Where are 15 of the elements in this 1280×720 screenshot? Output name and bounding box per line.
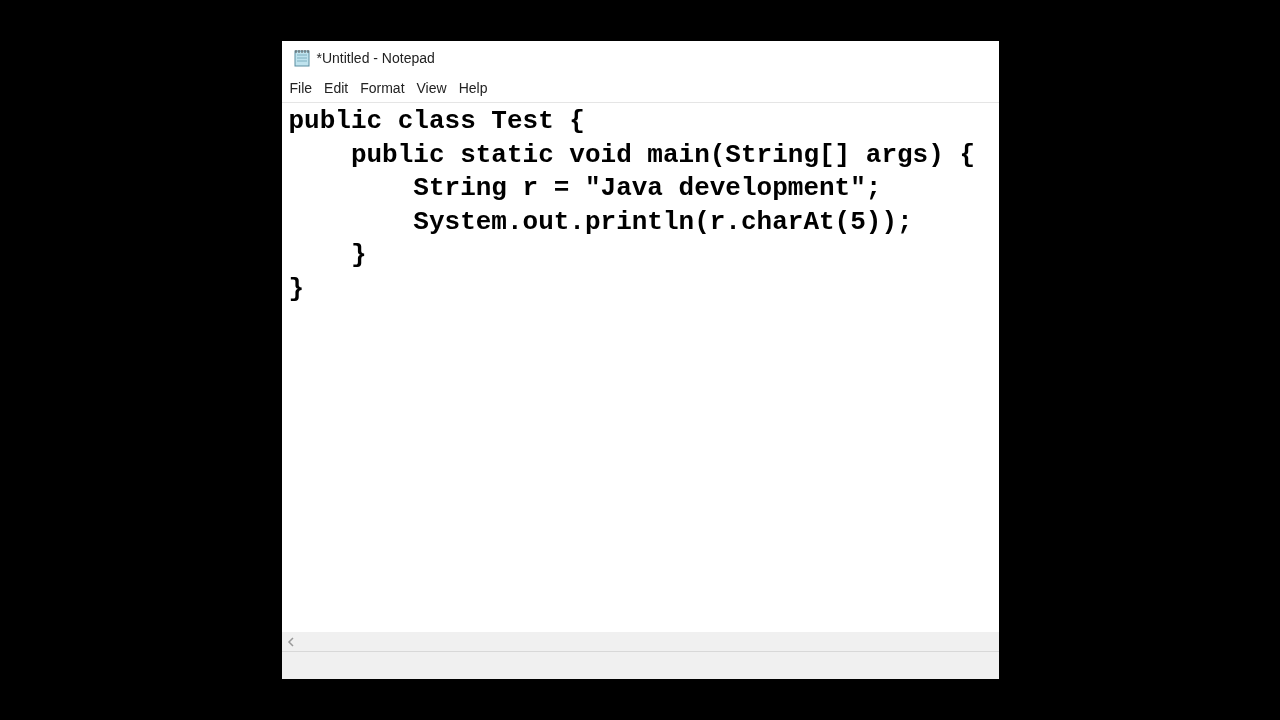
menu-item[interactable]: Help bbox=[452, 78, 494, 99]
scroll-left-icon[interactable] bbox=[286, 636, 295, 647]
notepad-icon bbox=[292, 49, 311, 67]
code-line: public static void main(String[] args) { bbox=[349, 138, 975, 172]
menu-item[interactable]: View bbox=[410, 78, 453, 99]
menu-item[interactable]: Edit bbox=[318, 78, 355, 99]
menu-item[interactable]: File bbox=[283, 78, 319, 99]
menu-item[interactable]: Format bbox=[354, 78, 411, 99]
window-title: *Untitled - Notepad bbox=[316, 48, 435, 68]
code-line: } bbox=[288, 272, 305, 306]
code-line: public class Test { bbox=[288, 105, 585, 138]
code-line: System.out.println(r.charAt(5)); bbox=[412, 205, 913, 239]
text-area[interactable]: public class Test { public static void main(String[] args) { String r = "Java development"; System.out.println(r.charAt(5)); } } bbox=[281, 103, 999, 632]
code-line: String r = "Java development"; bbox=[412, 172, 882, 205]
code-line: } bbox=[349, 239, 367, 272]
